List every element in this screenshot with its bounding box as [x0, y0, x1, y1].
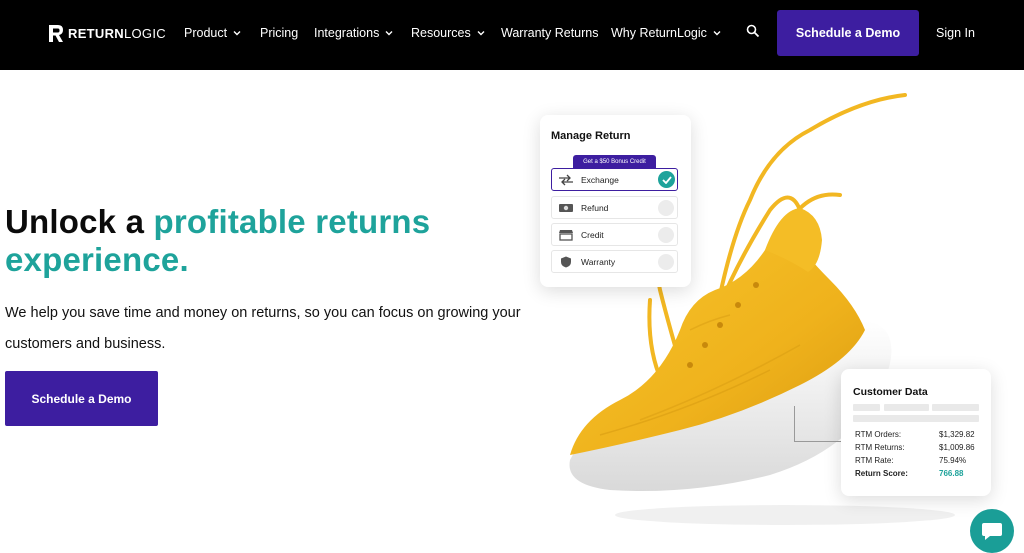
- connector-line: [794, 406, 841, 442]
- data-row: RTM Rate: 75.94%: [855, 456, 979, 465]
- chevron-down-icon: [713, 31, 721, 36]
- store-icon: [559, 229, 573, 241]
- logo-mark-icon: [49, 24, 63, 42]
- option-label: Warranty: [581, 256, 616, 267]
- nav-item-label: Product: [184, 26, 228, 40]
- radio-circle-icon: [658, 226, 674, 243]
- nav-item-label: Integrations: [314, 26, 380, 40]
- nav-item-integrations[interactable]: Integrations: [314, 26, 393, 40]
- sign-in-link[interactable]: Sign In: [936, 26, 975, 40]
- logo-text-light: LOGIC: [123, 25, 166, 41]
- nav-item-resources[interactable]: Resources: [411, 26, 485, 40]
- placeholder-bar: [853, 415, 979, 422]
- data-row: RTM Returns: $1,009.86: [855, 443, 979, 452]
- nav-item-pricing[interactable]: Pricing: [260, 26, 298, 40]
- placeholder-bar: [884, 404, 929, 411]
- nav-item-label: Warranty Returns: [501, 26, 599, 40]
- row-value: 75.94%: [939, 456, 967, 465]
- nav-item-label: Why ReturnLogic: [611, 26, 707, 40]
- hero-title: Unlock a profitable returns experience.: [5, 203, 430, 279]
- return-option-exchange[interactable]: Exchange: [551, 168, 678, 191]
- return-option-warranty[interactable]: Warranty: [551, 250, 678, 273]
- option-label: Exchange: [581, 174, 619, 185]
- nav-item-label: Resources: [411, 26, 471, 40]
- schedule-demo-nav-button[interactable]: Schedule a Demo: [777, 10, 919, 56]
- hero-title-part2: profitable returns: [153, 203, 431, 240]
- return-option-refund[interactable]: Refund: [551, 196, 678, 219]
- return-score-value: 766.88: [939, 469, 964, 478]
- shield-icon: [561, 256, 571, 267]
- hero-title-part3: experience.: [5, 241, 189, 278]
- chevron-down-icon: [385, 31, 393, 36]
- nav-item-why-returnlogic[interactable]: Why ReturnLogic: [611, 26, 721, 40]
- manage-return-card: Manage Return Get a $50 Bonus Credit Exc…: [540, 115, 691, 287]
- return-option-credit[interactable]: Credit: [551, 223, 678, 246]
- search-icon[interactable]: [746, 24, 760, 38]
- card-title: Manage Return: [551, 130, 631, 142]
- row-label: RTM Returns:: [855, 443, 905, 452]
- logo-text-bold: RETURN: [68, 25, 124, 41]
- radio-circle-icon: [658, 253, 674, 270]
- placeholder-bar: [853, 404, 880, 411]
- data-row-return-score: Return Score: 766.88: [855, 469, 979, 478]
- schedule-demo-hero-button[interactable]: Schedule a Demo: [5, 371, 158, 426]
- chat-bubble-icon: [982, 523, 1002, 540]
- cash-icon: [559, 203, 573, 212]
- chevron-down-icon: [477, 31, 485, 36]
- bonus-credit-badge: Get a $50 Bonus Credit: [573, 155, 656, 168]
- hero-subtitle: We help you save time and money on retur…: [5, 305, 521, 352]
- row-label: Return Score:: [855, 469, 908, 478]
- nav-item-warranty-returns[interactable]: Warranty Returns: [501, 26, 598, 40]
- option-label: Refund: [581, 202, 609, 213]
- placeholder-bar: [932, 404, 979, 411]
- top-navigation: RETURNLOGIC Product Pricing Integrations…: [0, 0, 1024, 70]
- chevron-down-icon: [233, 31, 241, 36]
- radio-circle-icon: [658, 199, 674, 216]
- row-value: $1,009.86: [939, 443, 975, 452]
- chat-widget-button[interactable]: [970, 509, 1014, 553]
- exchange-icon: [559, 174, 573, 185]
- row-value: $1,329.82: [939, 430, 975, 439]
- data-row: RTM Orders: $1,329.82: [855, 430, 979, 439]
- card-title: Customer Data: [853, 386, 928, 398]
- returnlogic-logo[interactable]: RETURNLOGIC: [48, 23, 166, 43]
- check-circle-icon: [658, 171, 675, 188]
- nav-item-product[interactable]: Product: [184, 26, 241, 40]
- row-label: RTM Rate:: [855, 456, 894, 465]
- row-label: RTM Orders:: [855, 430, 902, 439]
- hero-title-part1: Unlock a: [5, 203, 154, 240]
- option-label: Credit: [581, 229, 604, 240]
- customer-data-card: Customer Data RTM Orders: $1,329.82 RTM …: [841, 369, 991, 496]
- nav-item-label: Pricing: [260, 26, 299, 40]
